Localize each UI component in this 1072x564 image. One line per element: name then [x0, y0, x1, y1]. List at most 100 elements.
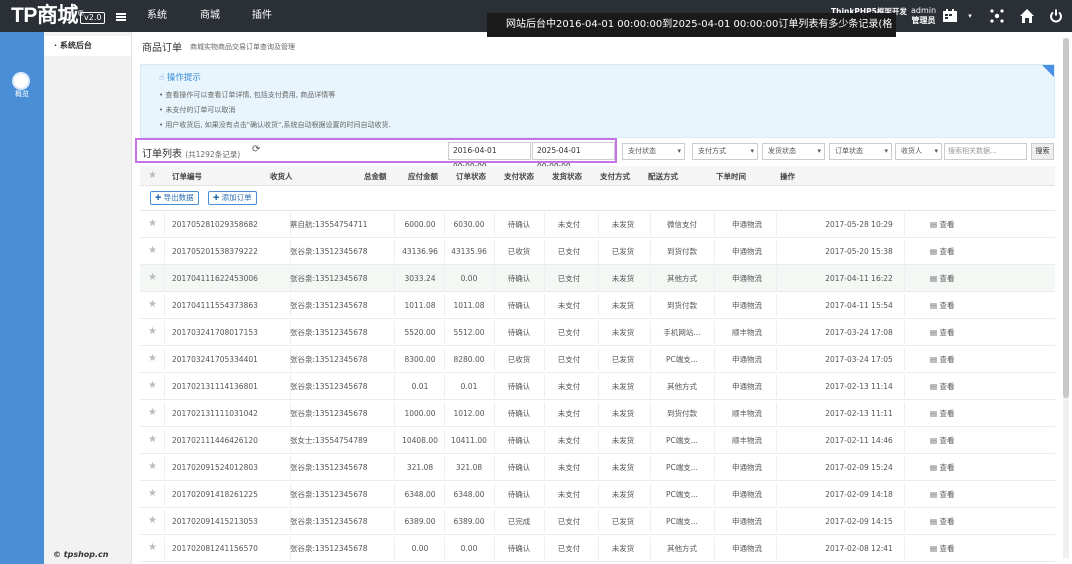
view-button[interactable]: ▤ 查看 [930, 292, 990, 319]
nav-mall[interactable]: 商城 [200, 9, 220, 23]
table-row[interactable]: ★ 201702131111031042 张谷泉:13512345678 1000.0… [140, 400, 1055, 427]
col-pay-method[interactable]: 支付方式 [600, 171, 630, 182]
col-total[interactable]: 总金额 [364, 171, 387, 182]
view-button[interactable]: ▤ 查看 [930, 346, 990, 373]
ship-status-cell: 未发货 [611, 328, 635, 337]
table-row[interactable]: ★ 201702131114136801 张谷泉:13512345678 0.01 0.… [140, 373, 1055, 400]
pay-method-select[interactable]: 支付方式 [692, 143, 758, 160]
cell-divider [904, 402, 905, 425]
table-row[interactable]: ★ 201704111554373863 张谷泉:13512345678 1011.0… [140, 292, 1055, 319]
nav-system[interactable]: 系统 [147, 9, 167, 23]
add-order-button[interactable]: ✚ 添加订单 [208, 191, 257, 205]
refresh-icon[interactable]: ⟳ [252, 144, 260, 155]
order-status-select[interactable]: 订单状态 [829, 143, 892, 160]
col-order-sn[interactable]: 订单编号 [172, 171, 202, 182]
view-button[interactable]: ▤ 查看 [930, 238, 990, 265]
consignee-cell: 张谷泉:13512345678 [290, 409, 368, 418]
view-label: 查看 [939, 328, 955, 337]
view-button[interactable]: ▤ 查看 [930, 481, 990, 508]
cell-divider [904, 456, 905, 479]
star-icon[interactable]: ★ [148, 516, 157, 526]
chevron-down-icon[interactable]: ▾ [962, 8, 978, 24]
admin-user[interactable]: admin 管理员 [911, 6, 936, 26]
star-icon[interactable]: ★ [148, 435, 157, 445]
scrollbar-thumb[interactable] [1063, 38, 1069, 398]
cell-divider [394, 510, 395, 533]
cell-divider [776, 348, 777, 371]
order-time-cell: 2017-02-09 14:15 [825, 517, 893, 526]
col-payable[interactable]: 应付金额 [408, 171, 438, 182]
total-cell: 0.00 [411, 544, 429, 553]
scrollbar[interactable] [1063, 38, 1069, 558]
pay-status-select[interactable]: 支付状态 [622, 143, 685, 160]
logo[interactable]: TP商城® [11, 4, 84, 28]
table-row[interactable]: ★ 201702091524012803 张谷泉:13512345678 321.08… [140, 454, 1055, 481]
cell-divider [904, 483, 905, 506]
col-order-time[interactable]: 下单时间 [716, 171, 746, 182]
view-button[interactable]: ▤ 查看 [930, 508, 990, 535]
table-row[interactable]: ★ 201704111622453006 张谷泉:13512345678 3033.2… [140, 265, 1055, 292]
view-label: 查看 [939, 517, 955, 526]
consignee-select[interactable]: 收货人 [895, 143, 942, 160]
pay-status-cell: 已支付 [557, 355, 581, 364]
search-button[interactable]: 搜索 [1031, 143, 1054, 160]
view-button[interactable]: ▤ 查看 [930, 454, 990, 481]
ship-status-select[interactable]: 发货状态 [762, 143, 825, 160]
table-row[interactable]: ★ 201703241705334401 张谷泉:13512345678 8300.0… [140, 346, 1055, 373]
nav-plugins[interactable]: 插件 [252, 9, 272, 23]
table-row[interactable]: ★ 201703241708017153 张谷泉:13512345678 5520.0… [140, 319, 1055, 346]
view-button[interactable]: ▤ 查看 [930, 427, 990, 454]
table-row[interactable]: ★ 201705281029358682 蔡自航:13554754711 6000.0… [140, 211, 1055, 238]
star-icon[interactable]: ★ [148, 462, 157, 472]
cell-divider [776, 429, 777, 452]
calendar-icon[interactable] [942, 8, 958, 24]
star-icon[interactable]: ★ [148, 219, 157, 229]
collapse-corner-icon[interactable] [1042, 65, 1054, 77]
table-row[interactable]: ★ 201702081241156570 张谷泉:13512345678 0.00 0.… [140, 535, 1055, 562]
menu-toggle-icon[interactable] [116, 13, 126, 21]
export-button[interactable]: ✚ 导出数据 [150, 191, 199, 205]
col-consignee[interactable]: 收货人 [270, 171, 293, 182]
date-start-input[interactable]: 2016-04-01 00:00:00 [448, 142, 531, 171]
sitemap-icon[interactable] [989, 8, 1005, 24]
star-icon[interactable]: ★ [148, 246, 157, 256]
table-row[interactable]: ★ 201702091415213053 张谷泉:13512345678 6389.0… [140, 508, 1055, 535]
cell-divider [714, 483, 715, 506]
submenu-item-system-backend[interactable]: · 系统后台 [44, 36, 131, 56]
col-order-status[interactable]: 订单状态 [456, 171, 486, 182]
view-button[interactable]: ▤ 查看 [930, 373, 990, 400]
cell-divider [776, 213, 777, 236]
shipping-cell: 申通物流 [732, 382, 762, 391]
star-icon[interactable]: ★ [148, 408, 157, 418]
star-icon[interactable]: ★ [148, 273, 157, 283]
view-button[interactable]: ▤ 查看 [930, 535, 990, 562]
star-icon[interactable]: ★ [148, 171, 157, 181]
col-ship-status[interactable]: 发货状态 [552, 171, 582, 182]
star-icon[interactable]: ★ [148, 381, 157, 391]
table-row[interactable]: ★ 201705201538379222 张谷泉:13512345678 43136.… [140, 238, 1055, 265]
table-row[interactable]: ★ 201702091418261225 张谷泉:13512345678 6348.0… [140, 481, 1055, 508]
view-button[interactable]: ▤ 查看 [930, 400, 990, 427]
col-pay-status[interactable]: 支付状态 [504, 171, 534, 182]
search-input[interactable]: 搜索相关数据... [944, 143, 1027, 160]
home-icon[interactable] [1019, 8, 1035, 24]
view-button[interactable]: ▤ 查看 [930, 265, 990, 292]
cell-divider [394, 375, 395, 398]
star-icon[interactable]: ★ [148, 489, 157, 499]
col-shipping[interactable]: 配送方式 [648, 171, 678, 182]
ship-status-cell: 未发货 [611, 490, 635, 499]
star-icon[interactable]: ★ [148, 543, 157, 553]
star-icon[interactable]: ★ [148, 327, 157, 337]
view-button[interactable]: ▤ 查看 [930, 319, 990, 346]
table-row[interactable]: ★ 201702111446426120 张女士:13554754789 10408.… [140, 427, 1055, 454]
view-label: 查看 [939, 436, 955, 445]
order-time-cell: 2017-03-24 17:08 [825, 328, 893, 337]
sidebar-item-overview[interactable]: 概览 [0, 89, 44, 99]
date-end-input[interactable]: 2025-04-01 00:00:00 [532, 142, 615, 171]
star-icon[interactable]: ★ [148, 354, 157, 364]
power-icon[interactable] [1048, 8, 1064, 24]
order-sn-cell: 201705201538379222 [172, 247, 258, 256]
star-icon[interactable]: ★ [148, 300, 157, 310]
overview-icon[interactable] [12, 72, 30, 90]
view-button[interactable]: ▤ 查看 [930, 211, 990, 238]
